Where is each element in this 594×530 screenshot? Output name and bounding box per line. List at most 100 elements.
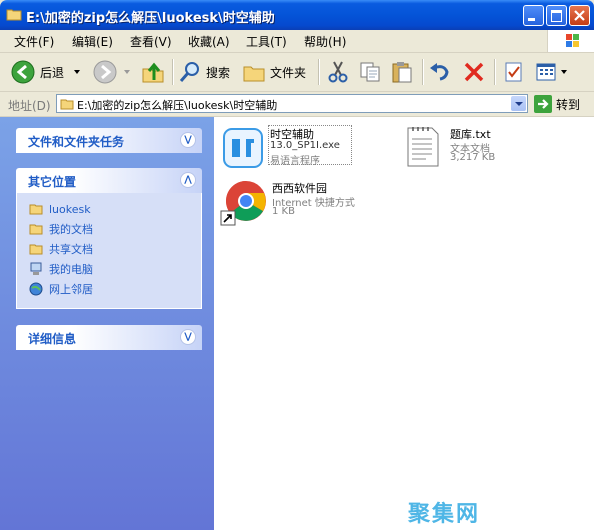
title-bar[interactable]: E:\加密的zip怎么解压\luokesk\时空辅助 xyxy=(0,0,594,30)
menu-help[interactable]: 帮助(H) xyxy=(304,33,346,50)
details-header[interactable]: 详细信息 ⋁ xyxy=(16,325,202,350)
folders-button[interactable]: 文件夹 xyxy=(242,58,306,86)
windows-logo xyxy=(547,30,594,52)
undo-icon xyxy=(430,63,449,81)
go-arrow-icon xyxy=(534,95,552,113)
folder-icon xyxy=(60,99,74,110)
copy-icon xyxy=(360,62,380,82)
properties-button[interactable] xyxy=(502,58,526,86)
forward-dropdown-icon[interactable] xyxy=(124,70,130,74)
paste-icon xyxy=(392,62,412,83)
file-item[interactable]: 时空辅助 13.0_SP1I.exe 易语言程序 xyxy=(220,125,396,175)
address-bar: 地址(D) E:\加密的zip怎么解压\luokesk\时空辅助 转到 xyxy=(0,92,594,117)
other-places-title: 其它位置 xyxy=(28,175,77,189)
up-folder-button[interactable] xyxy=(140,58,166,86)
back-label: 后退 xyxy=(40,65,65,80)
other-places-header[interactable]: 其它位置 ⋀ xyxy=(16,168,202,193)
toolbar: 后退 搜索 文件夹 xyxy=(0,53,594,92)
other-places-list: luokesk 我的文档 共享文档 我的电脑 网上邻居 xyxy=(16,193,202,309)
folder-icon xyxy=(29,224,43,235)
folders-icon xyxy=(243,66,265,82)
address-input[interactable]: E:\加密的zip怎么解压\luokesk\时空辅助 xyxy=(56,94,528,113)
place-network[interactable]: 网上邻居 xyxy=(29,279,201,299)
file-size: 3,217 KB xyxy=(450,152,496,163)
task-pane: 文件和文件夹任务 ⋁ 其它位置 ⋀ luokesk 我的文档 共享文档 我的电脑… xyxy=(0,117,214,530)
file-type: 13.0_SP1I.exe xyxy=(270,140,340,151)
folder-icon xyxy=(6,9,22,21)
close-button[interactable] xyxy=(569,5,590,26)
folders-label: 文件夹 xyxy=(270,65,307,80)
copy-button[interactable] xyxy=(358,58,382,86)
place-label: 我的文档 xyxy=(49,223,93,236)
views-dropdown-icon[interactable] xyxy=(561,70,567,74)
other-places-panel: 其它位置 ⋀ luokesk 我的文档 共享文档 我的电脑 网上邻居 xyxy=(16,168,202,309)
properties-icon xyxy=(505,62,522,82)
address-label: 地址(D) xyxy=(8,99,51,113)
place-shared-documents[interactable]: 共享文档 xyxy=(29,239,201,259)
back-dropdown-icon[interactable] xyxy=(74,70,80,74)
place-label: 网上邻居 xyxy=(49,283,93,296)
search-button[interactable]: 搜索 xyxy=(178,58,230,86)
folder-icon xyxy=(29,204,43,215)
menu-bar: 文件(F) 编辑(E) 查看(V) 收藏(A) 工具(T) 帮助(H) xyxy=(0,30,594,53)
maximize-icon xyxy=(551,10,562,22)
cut-button[interactable] xyxy=(326,58,350,86)
menu-edit[interactable]: 编辑(E) xyxy=(72,33,113,50)
details-title: 详细信息 xyxy=(28,332,77,346)
details-panel[interactable]: 详细信息 ⋁ xyxy=(16,325,202,350)
file-tasks-title: 文件和文件夹任务 xyxy=(28,135,125,149)
delete-x-icon xyxy=(464,62,484,82)
address-path: E:\加密的zip怎么解压\luokesk\时空辅助 xyxy=(77,99,278,112)
maximize-button[interactable] xyxy=(546,5,567,26)
computer-icon xyxy=(30,262,42,275)
paste-button[interactable] xyxy=(390,58,414,86)
file-item[interactable]: 西西软件园 Internet 快捷方式 1 KB xyxy=(220,179,396,229)
menu-favorites[interactable]: 收藏(A) xyxy=(188,33,230,50)
menu-view[interactable]: 查看(V) xyxy=(130,33,172,50)
network-icon xyxy=(29,282,43,296)
up-folder-icon xyxy=(142,62,164,83)
views-button[interactable] xyxy=(534,58,558,86)
exe-app-icon xyxy=(223,128,263,168)
windows-flag-icon xyxy=(566,34,579,47)
back-button[interactable]: 后退 xyxy=(10,58,64,86)
address-dropdown-button[interactable] xyxy=(511,96,526,111)
place-label: 共享文档 xyxy=(49,243,93,256)
place-my-computer[interactable]: 我的电脑 xyxy=(29,259,201,279)
go-button[interactable]: 转到 xyxy=(534,95,580,113)
scissors-icon xyxy=(328,61,348,83)
chevron-down-icon[interactable]: ⋁ xyxy=(180,132,196,148)
file-item[interactable]: 题库.txt 文本文档 3,217 KB xyxy=(402,125,562,175)
forward-arrow-icon xyxy=(93,60,117,84)
explorer-window: E:\加密的zip怎么解压\luokesk\时空辅助 文件(F) 编辑(E) 查… xyxy=(0,0,594,530)
text-file-icon xyxy=(407,127,439,167)
undo-button[interactable] xyxy=(428,58,452,86)
file-tasks-panel[interactable]: 文件和文件夹任务 ⋁ xyxy=(16,128,202,153)
views-icon xyxy=(536,63,556,81)
file-size: 1 KB xyxy=(272,206,295,217)
chevron-down-icon[interactable]: ⋁ xyxy=(180,329,196,345)
place-my-documents[interactable]: 我的文档 xyxy=(29,219,201,239)
chevron-down-icon xyxy=(515,102,523,106)
place-luokesk[interactable]: luokesk xyxy=(29,199,201,219)
file-list-area[interactable]: 时空辅助 13.0_SP1I.exe 易语言程序 题库.txt 文本文档 3,2… xyxy=(214,117,594,530)
minimize-icon xyxy=(528,18,535,21)
back-arrow-icon xyxy=(11,60,35,84)
search-icon xyxy=(179,62,199,82)
menu-file[interactable]: 文件(F) xyxy=(14,33,54,50)
file-tasks-header[interactable]: 文件和文件夹任务 ⋁ xyxy=(16,128,202,153)
watermark: 聚集网 xyxy=(408,502,481,527)
minimize-button[interactable] xyxy=(523,5,544,26)
delete-button[interactable] xyxy=(462,58,486,86)
toolbar-separator xyxy=(172,59,174,85)
place-label: luokesk xyxy=(49,202,91,216)
file-info: 易语言程序 xyxy=(270,156,320,167)
toolbar-separator xyxy=(318,59,320,85)
search-label: 搜索 xyxy=(206,65,231,80)
chevron-up-icon[interactable]: ⋀ xyxy=(180,172,196,188)
place-label: 我的电脑 xyxy=(49,263,93,276)
menu-tools[interactable]: 工具(T) xyxy=(246,33,287,50)
toolbar-separator xyxy=(494,59,496,85)
close-icon xyxy=(574,10,585,21)
forward-button[interactable] xyxy=(92,58,118,86)
